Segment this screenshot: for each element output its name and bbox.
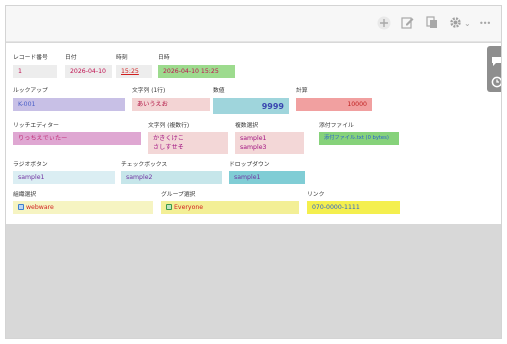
- history-icon[interactable]: [491, 73, 501, 88]
- org-select-value[interactable]: webware: [13, 201, 153, 214]
- text-multi-line-1: かきくけこ: [153, 135, 184, 142]
- add-icon[interactable]: [377, 16, 391, 32]
- radio-label: ラジオボタン: [13, 162, 48, 168]
- edit-icon[interactable]: [401, 16, 414, 32]
- text-single-value: あいうえお: [132, 98, 210, 111]
- radio-value: sample1: [13, 171, 115, 184]
- group-icon: [166, 204, 172, 210]
- org-select-label: 組織選択: [13, 192, 37, 198]
- date-value: 2026-04-10: [65, 65, 112, 78]
- datetime-value: 2026-04-10 15:25: [158, 65, 235, 78]
- checkbox-label: チェックボックス: [121, 162, 168, 168]
- calc-value: 10000: [296, 98, 372, 111]
- lookup-value[interactable]: K-001: [13, 98, 125, 111]
- link-value[interactable]: 070-0000-1111: [307, 201, 400, 214]
- lookup-label: ルックアップ: [13, 88, 48, 94]
- dropdown-label: ドロップダウン: [229, 162, 270, 168]
- organization-icon: [18, 204, 24, 210]
- group-select-value[interactable]: Everyone: [161, 201, 299, 214]
- date-label: 日付: [65, 55, 77, 61]
- more-icon[interactable]: •••: [479, 16, 491, 32]
- attachment-link[interactable]: 添付ファイル.txt (0 bytes): [319, 132, 399, 145]
- rich-editor-value: りっちえでぃたー: [13, 132, 141, 145]
- time-label: 時刻: [116, 55, 128, 61]
- side-tab: [487, 46, 501, 92]
- multi-select-value: sample1 sample3: [235, 132, 304, 154]
- app-frame: ⌄ ••• レコード番号 1 日付 2026-04-10 時刻 15:25 日時…: [5, 5, 502, 339]
- dropdown-value: sample1: [229, 171, 305, 184]
- group-select-text: Everyone: [174, 204, 204, 211]
- multi-select-item-1: sample1: [240, 135, 267, 142]
- checkbox-value: sample2: [121, 171, 222, 184]
- group-select-label: グループ選択: [161, 192, 196, 198]
- record-number-value: 1: [13, 65, 57, 78]
- number-label: 数値: [213, 88, 225, 94]
- multi-select-item-2: sample3: [240, 144, 267, 151]
- text-multi-value: かきくけこ さしすせそ: [148, 132, 228, 154]
- link-label: リンク: [307, 192, 325, 198]
- time-value: 15:25: [116, 65, 152, 78]
- record-detail: レコード番号 1 日付 2026-04-10 時刻 15:25 日時 2026-…: [6, 43, 486, 224]
- org-select-text: webware: [26, 204, 54, 211]
- text-multi-line-2: さしすせそ: [153, 144, 184, 151]
- record-toolbar: ⌄ •••: [6, 6, 501, 42]
- chevron-down-icon[interactable]: ⌄: [464, 16, 471, 32]
- gear-icon[interactable]: [449, 16, 462, 32]
- record-number-label: レコード番号: [13, 55, 48, 61]
- comment-icon[interactable]: [491, 52, 501, 66]
- calc-label: 計算: [296, 88, 308, 94]
- text-single-label: 文字列 (1行): [132, 88, 166, 94]
- rich-editor-label: リッチエディター: [13, 123, 59, 129]
- datetime-label: 日時: [158, 55, 170, 61]
- copy-icon[interactable]: [426, 16, 438, 32]
- attachment-label: 添付ファイル: [319, 123, 354, 129]
- multi-select-label: 複数選択: [235, 123, 259, 129]
- number-value: 9999: [213, 98, 289, 114]
- text-multi-label: 文字列 (複数行): [148, 123, 190, 129]
